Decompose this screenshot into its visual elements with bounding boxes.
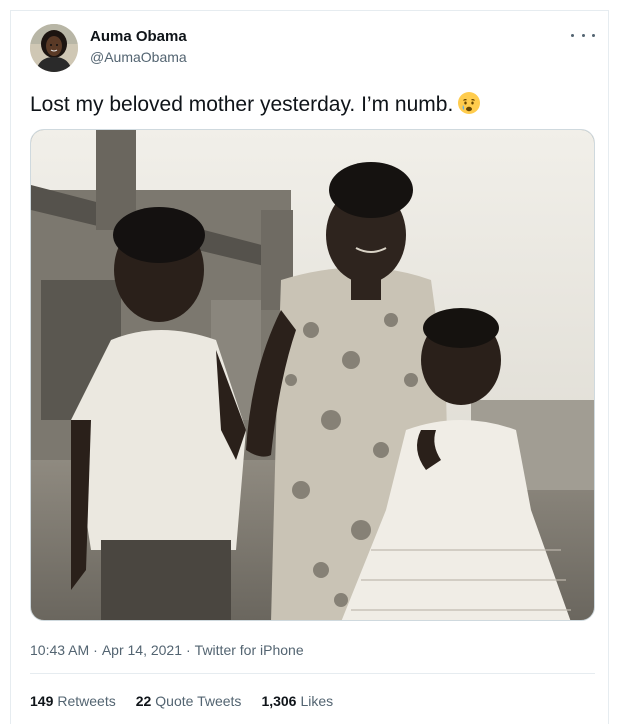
tweet-photo[interactable] [30, 129, 595, 621]
quote-tweets-label: Quote Tweets [155, 693, 242, 709]
quote-tweets-count: 22 [135, 693, 152, 709]
tweet-time-link[interactable]: 10:43 AM · Apr 14, 2021 [30, 642, 182, 658]
likes-label: Likes [300, 693, 334, 709]
retweets-count: 149 [30, 693, 54, 709]
meta-separator: · [93, 642, 98, 658]
retweets-stat[interactable]: 149 Retweets [30, 692, 116, 710]
author-names[interactable]: Auma Obama @AumaObama [90, 28, 187, 66]
likes-count: 1,306 [261, 693, 297, 709]
tweet-date: Apr 14, 2021 [101, 642, 182, 658]
likes-stat[interactable]: 1,306 Likes [261, 692, 333, 710]
display-name[interactable]: Auma Obama [90, 28, 187, 46]
avatar-image [30, 24, 78, 72]
quote-tweets-stat[interactable]: 22 Quote Tweets [136, 692, 242, 710]
crying-face-emoji-icon [457, 91, 481, 115]
tweet-text: Lost my beloved mother yesterday. I’m nu… [30, 91, 481, 117]
tweet-time: 10:43 AM [30, 642, 90, 658]
more-horizontal-icon [571, 33, 574, 37]
tweet-card: Auma Obama @AumaObama Lost my beloved mo… [10, 10, 609, 724]
user-handle[interactable]: @AumaObama [90, 48, 187, 66]
avatar[interactable] [30, 24, 78, 72]
tweet-text-content: Lost my beloved mother yesterday. I’m nu… [30, 93, 454, 116]
retweets-label: Retweets [57, 693, 116, 709]
meta-separator: · [186, 642, 191, 658]
divider [30, 673, 595, 674]
family-photo-image [31, 130, 594, 620]
tweet-stats: 149 Retweets 22 Quote Tweets 1,306 Likes [30, 692, 333, 710]
tweet-source-link[interactable]: Twitter for iPhone [195, 642, 304, 658]
more-horizontal-icon-dot [581, 33, 585, 37]
more-options-button[interactable] [571, 28, 595, 42]
tweet-header: Auma Obama @AumaObama [30, 24, 595, 76]
more-horizontal-icon-dot [592, 33, 595, 37]
tweet-meta: 10:43 AM · Apr 14, 2021 · Twitter for iPhone [30, 641, 304, 659]
